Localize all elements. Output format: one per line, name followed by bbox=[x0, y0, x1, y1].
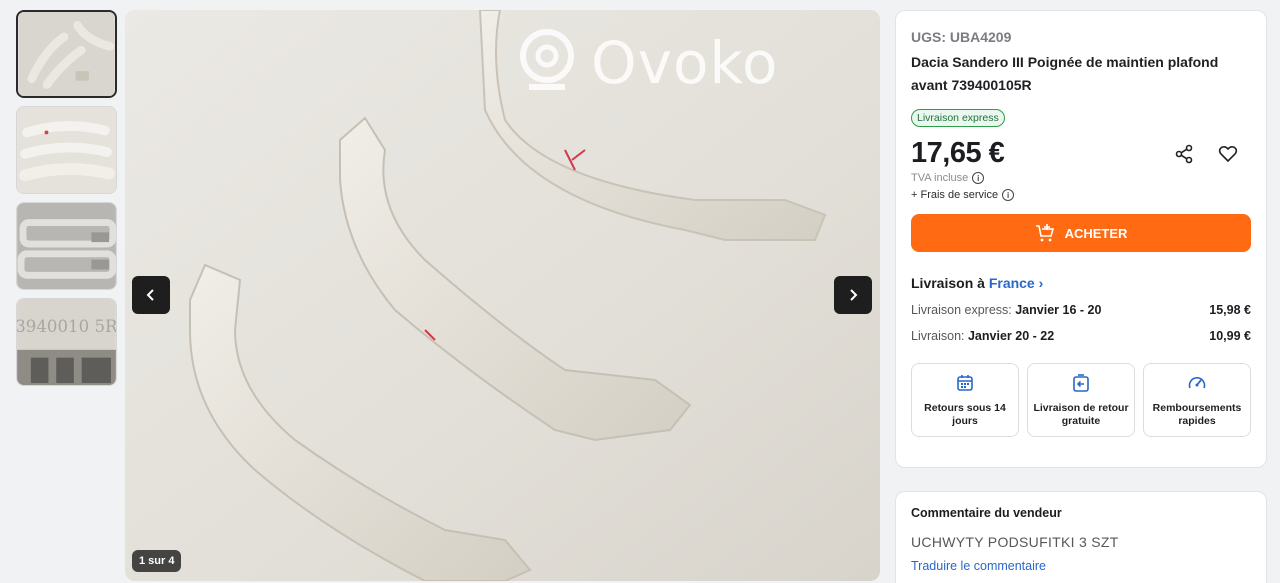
buy-button[interactable]: ACHETER bbox=[911, 214, 1251, 252]
price-row: 17,65 € bbox=[911, 137, 1251, 170]
thumbnail-handles-top-view bbox=[18, 12, 115, 96]
delivery-heading-prefix: Livraison à bbox=[911, 275, 985, 291]
action-icons bbox=[1173, 143, 1239, 165]
cart-add-icon bbox=[1035, 224, 1054, 242]
share-button[interactable] bbox=[1173, 143, 1195, 165]
delivery-label: Livraison: bbox=[911, 329, 965, 343]
thumbnail-3[interactable] bbox=[16, 202, 117, 290]
feature-text: Remboursements rapides bbox=[1152, 402, 1242, 427]
seller-comment-card: Commentaire du vendeur UCHWYTY PODSUFITK… bbox=[895, 491, 1267, 583]
feature-text: Livraison de retour gratuite bbox=[1033, 402, 1129, 427]
ovoko-watermark: Ovoko bbox=[517, 28, 778, 98]
delivery-heading: Livraison à France › bbox=[911, 275, 1251, 291]
share-icon bbox=[1175, 144, 1193, 163]
product-card: UGS: UBA4209 Dacia Sandero III Poignée d… bbox=[895, 10, 1267, 468]
comment-title: Commentaire du vendeur bbox=[911, 506, 1062, 520]
service-fee-note: + Frais de service i bbox=[911, 189, 1251, 201]
next-image-button[interactable] bbox=[834, 276, 872, 314]
translate-link[interactable]: Traduire le commentaire bbox=[911, 559, 1251, 573]
return-box-icon bbox=[1073, 374, 1089, 392]
chevron-right-icon: › bbox=[1038, 275, 1044, 291]
chevron-left-icon bbox=[146, 289, 154, 301]
thumbnail-4[interactable]: 3940010 5R bbox=[16, 298, 117, 386]
calendar-icon bbox=[957, 375, 973, 391]
product-page: 3940010 5R Ovoko 1 sur 4 UGS: UBA4209 Da… bbox=[0, 0, 1280, 583]
image-counter: 1 sur 4 bbox=[132, 550, 182, 572]
watermark-text: Ovoko bbox=[591, 29, 779, 97]
ovoko-logo-icon bbox=[520, 29, 574, 90]
delivery-fee: 10,99 € bbox=[1209, 329, 1251, 343]
feature-text: Retours sous 14 jours bbox=[924, 402, 1006, 427]
speedometer-icon bbox=[1188, 377, 1206, 389]
previous-image-button[interactable] bbox=[132, 276, 170, 314]
heart-icon bbox=[1218, 145, 1238, 162]
delivery-fee: 15,98 € bbox=[1209, 303, 1251, 317]
delivery-label: Livraison express: bbox=[911, 303, 1012, 317]
product-title: Dacia Sandero III Poignée de maintien pl… bbox=[911, 54, 1219, 93]
price: 17,65 € bbox=[911, 137, 1005, 169]
feature-fast-refund: Remboursements rapides bbox=[1143, 363, 1251, 437]
info-icon[interactable]: i bbox=[972, 172, 985, 184]
delivery-row-express: Livraison express: Janvier 16 - 20 15,98… bbox=[911, 303, 1251, 317]
feature-list: Retours sous 14 jours Livraison de retou… bbox=[911, 363, 1251, 437]
svg-text:3940010 5R: 3940010 5R bbox=[17, 317, 116, 336]
country-name: France bbox=[988, 275, 1035, 291]
feature-free-return: Livraison de retour gratuite bbox=[1027, 363, 1135, 437]
thumbnail-handles-stacked bbox=[17, 107, 116, 193]
favorite-button[interactable] bbox=[1217, 143, 1239, 165]
sku: UGS: UBA4209 bbox=[911, 29, 1012, 45]
delivery-row-standard: Livraison: Janvier 20 - 22 10,99 € bbox=[911, 329, 1251, 343]
express-badge: Livraison express bbox=[911, 109, 1005, 127]
buy-label: ACHETER bbox=[1064, 225, 1128, 241]
vat-text: TVA incluse bbox=[911, 172, 969, 184]
thumbnail-1[interactable] bbox=[16, 10, 117, 98]
fees-text: + Frais de service bbox=[911, 189, 999, 201]
delivery-dates: Janvier 20 - 22 bbox=[967, 329, 1055, 343]
thumbnail-part-number-closeup: 3940010 5R bbox=[17, 299, 116, 385]
delivery-dates: Janvier 16 - 20 bbox=[1015, 303, 1102, 317]
country-link[interactable]: France › bbox=[989, 275, 1043, 291]
main-product-image: Ovoko 1 sur 4 bbox=[125, 10, 880, 581]
feature-returns: Retours sous 14 jours bbox=[911, 363, 1019, 437]
thumbnail-2[interactable] bbox=[16, 106, 117, 194]
chevron-right-icon bbox=[850, 289, 858, 301]
comment-text: UCHWYTY PODSUFITKI 3 SZT bbox=[911, 534, 1119, 550]
thumbnail-handles-underside bbox=[17, 203, 116, 289]
vat-note: TVA incluse i bbox=[911, 172, 1251, 184]
info-icon[interactable]: i bbox=[1002, 189, 1015, 201]
thumbnail-strip: 3940010 5R bbox=[16, 10, 117, 394]
